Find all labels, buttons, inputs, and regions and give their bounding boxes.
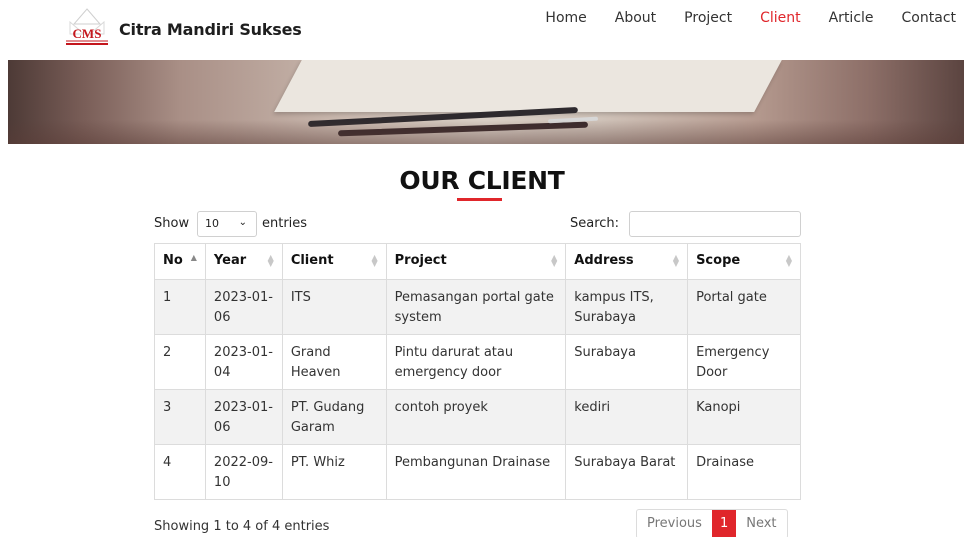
cell-address: Surabaya Barat [565, 444, 689, 500]
cell-no: 1 [154, 279, 206, 335]
cell-client: ITS [281, 279, 387, 335]
cell-address: kediri [565, 389, 689, 445]
nav-project[interactable]: Project [684, 10, 732, 26]
column-header-project[interactable]: Project ▲ ▼ [385, 243, 567, 280]
entries-length-value: 10 [205, 217, 219, 230]
nav-about[interactable]: About [615, 10, 656, 26]
nav-client[interactable]: Client [760, 10, 801, 26]
table-row: 3 2023-01-06 PT. Gudang Garam contoh pro… [154, 389, 801, 445]
table-header-row: No ▲ Year ▲ ▼ Client ▲ ▼ Project ▲ ▼ Address ▲ ▼ … [154, 243, 801, 280]
cell-scope: Kanopi [687, 389, 801, 445]
title-underline [457, 198, 502, 201]
column-label: Project [394, 253, 447, 268]
previous-button[interactable]: Previous [637, 510, 712, 537]
search-input[interactable] [629, 211, 801, 237]
banner-paper [274, 60, 782, 112]
cell-no: 2 [154, 334, 206, 390]
cell-scope: Portal gate [687, 279, 801, 335]
cell-scope: Emergency Door [687, 334, 801, 390]
table-info-text: Showing 1 to 4 of 4 entries [154, 519, 330, 534]
page-title: OUR CLIENT [399, 166, 565, 195]
table-row: 4 2022-09-10 PT. Whiz Pembangunan Draina… [154, 444, 801, 500]
cell-year: 2023-01-06 [204, 279, 283, 335]
table-row: 1 2023-01-06 ITS Pemasangan portal gate … [154, 279, 801, 335]
cell-year: 2023-01-04 [204, 334, 283, 390]
logo-text: CMS [73, 26, 102, 41]
sort-icon: ▲ ▼ [267, 253, 274, 268]
banner-shade [8, 120, 964, 144]
column-label: Scope [696, 253, 741, 268]
cell-project: Pintu darurat atau emergency door [385, 334, 567, 390]
cell-project: Pembangunan Drainase [385, 444, 567, 500]
entries-label: entries [262, 216, 308, 231]
nav-contact[interactable]: Contact [902, 10, 956, 26]
nav-home[interactable]: Home [545, 10, 586, 26]
column-header-scope[interactable]: Scope ▲ ▼ [687, 243, 801, 280]
show-label: Show [154, 216, 190, 231]
sort-icon: ▲ ▼ [551, 253, 558, 268]
cell-client: PT. Gudang Garam [281, 389, 387, 445]
column-header-year[interactable]: Year ▲ ▼ [204, 243, 283, 280]
cell-project: contoh proyek [385, 389, 567, 445]
cell-no: 4 [154, 444, 206, 500]
sort-icon: ▲ ▼ [785, 253, 792, 268]
column-label: Client [290, 253, 334, 268]
page-1-button[interactable]: 1 [711, 510, 737, 537]
site-header: CMS Citra Mandiri Sukses Home About Proj… [0, 0, 964, 60]
cell-address: Surabaya [565, 334, 689, 390]
entries-length-select[interactable]: 10 ⌄ [197, 211, 257, 237]
pagination: Previous 1 Next [636, 509, 788, 537]
cell-no: 3 [154, 389, 206, 445]
column-header-address[interactable]: Address ▲ ▼ [565, 243, 689, 280]
search-label: Search: [570, 216, 620, 231]
column-header-client[interactable]: Client ▲ ▼ [281, 243, 387, 280]
client-table: No ▲ Year ▲ ▼ Client ▲ ▼ Project ▲ ▼ Address ▲ ▼ … [154, 243, 801, 500]
cell-project: Pemasangan portal gate system [385, 279, 567, 335]
cell-client: PT. Whiz [281, 444, 387, 500]
cell-address: kampus ITS, Surabaya [565, 279, 689, 335]
chevron-down-icon: ⌄ [238, 217, 247, 228]
column-label: No [163, 253, 183, 268]
column-label: Address [574, 253, 634, 268]
cell-year: 2023-01-06 [204, 389, 283, 445]
column-header-no[interactable]: No ▲ [154, 243, 206, 280]
table-row: 2 2023-01-04 Grand Heaven Pintu darurat … [154, 334, 801, 390]
brand-name[interactable]: Citra Mandiri Sukses [119, 20, 302, 39]
sort-icon: ▲ ▼ [672, 253, 680, 268]
nav-article[interactable]: Article [829, 10, 874, 26]
cell-client: Grand Heaven [281, 334, 387, 390]
sort-asc-icon: ▲ [190, 253, 197, 262]
company-logo[interactable]: CMS [62, 8, 112, 48]
next-button[interactable]: Next [736, 510, 786, 537]
main-nav: Home About Project Client Article Contac… [517, 10, 956, 26]
sort-icon: ▲ ▼ [371, 253, 378, 268]
cell-scope: Drainase [687, 444, 801, 500]
cell-year: 2022-09-10 [204, 444, 283, 500]
hero-banner-image [8, 60, 964, 144]
column-label: Year [213, 253, 247, 268]
